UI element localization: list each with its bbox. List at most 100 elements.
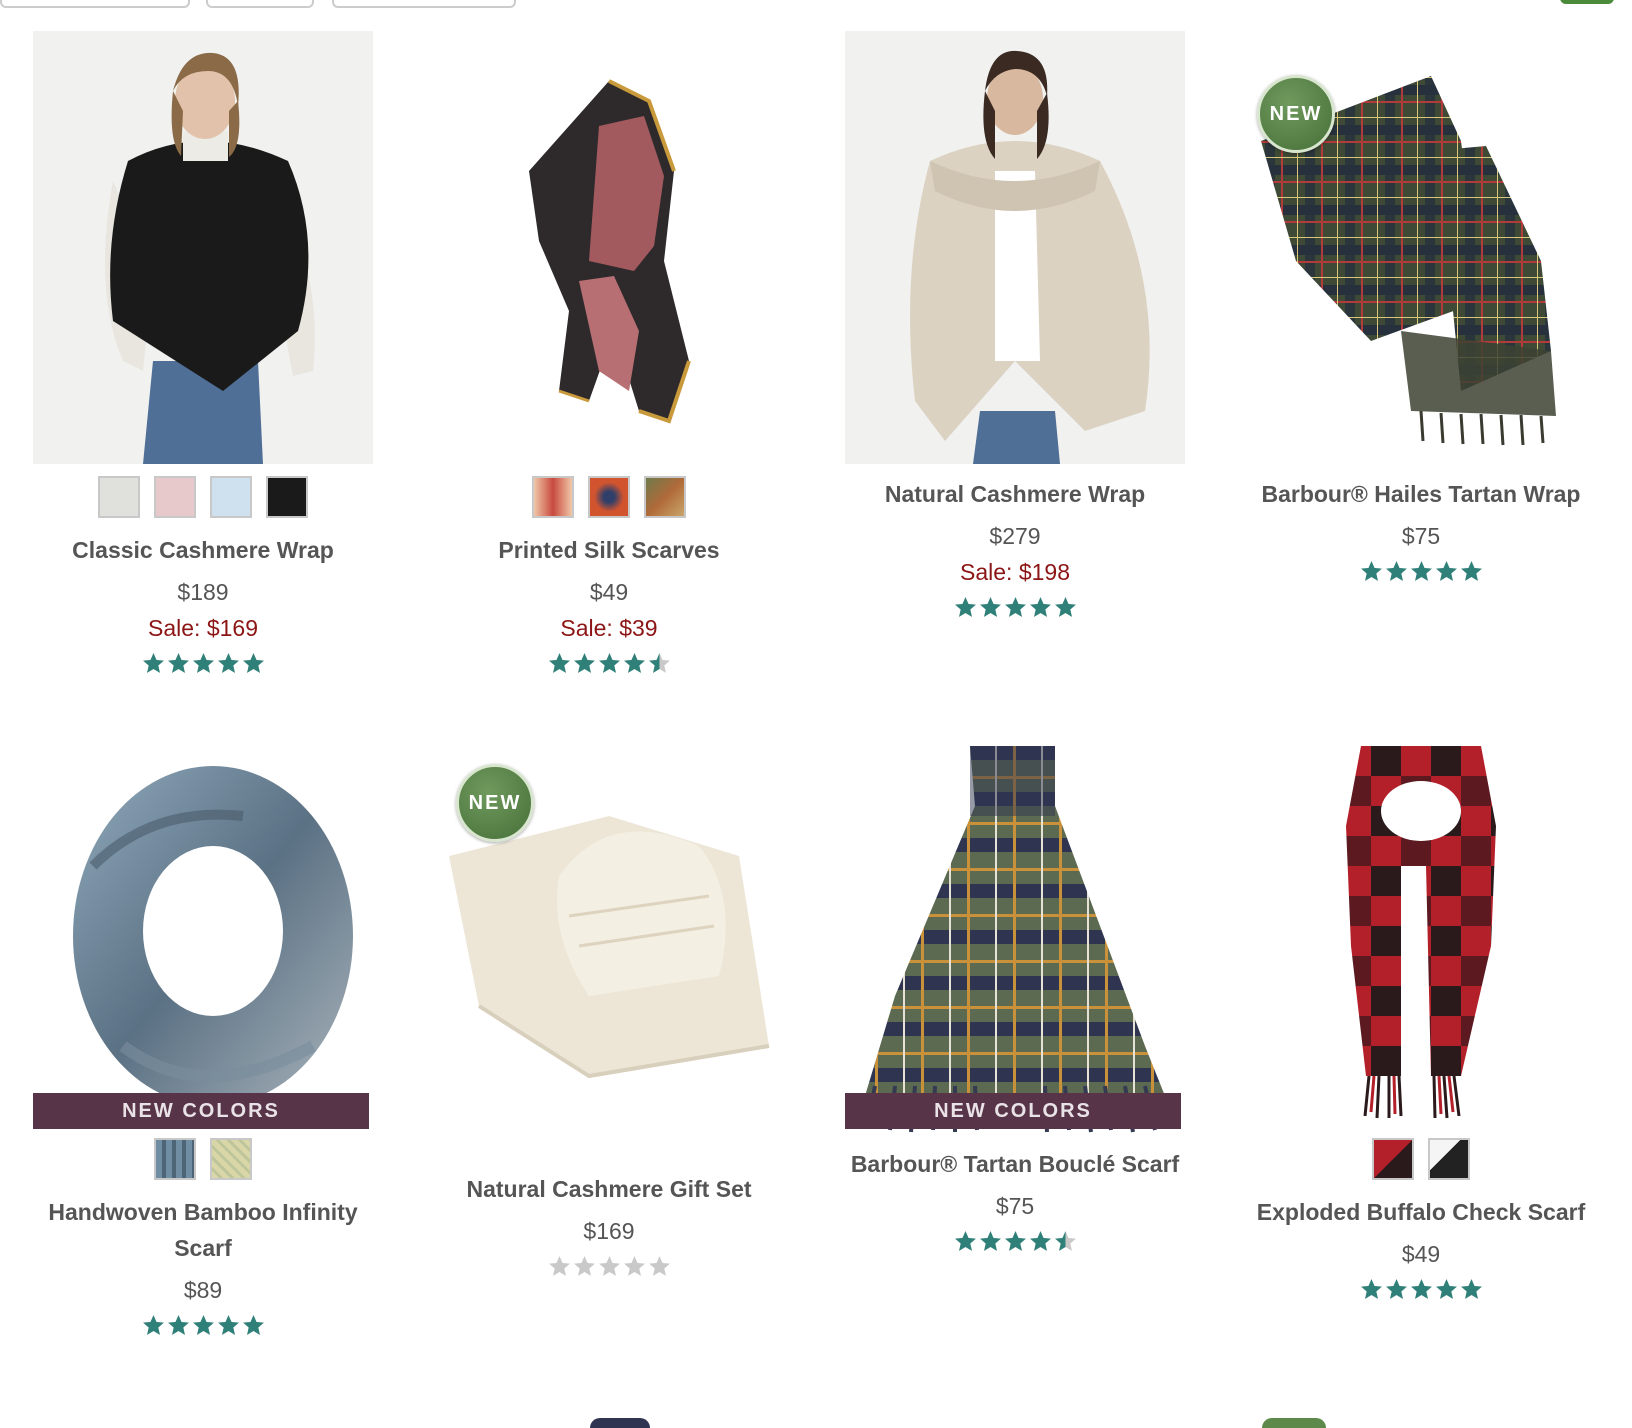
filter-dropdown-2[interactable] xyxy=(206,0,314,8)
sale-price: Sale: $198 xyxy=(960,559,1070,585)
filter-bar-edge xyxy=(0,0,1632,8)
star-icon xyxy=(979,596,1001,617)
filter-dropdown-3[interactable] xyxy=(332,0,516,8)
product-card-barbour-tartan-boucle-scarf[interactable]: NEW COLORS Barbour® Tartan Bouclé Scarf … xyxy=(812,746,1218,1258)
star-icon xyxy=(1435,1278,1457,1299)
product-image[interactable] xyxy=(845,746,1185,1136)
new-colors-banner: NEW COLORS xyxy=(845,1093,1181,1129)
product-price: $89 xyxy=(183,1277,223,1303)
product-price: $189 xyxy=(177,579,229,605)
color-swatches xyxy=(1218,1138,1624,1180)
color-swatches xyxy=(0,1138,406,1180)
star-icon xyxy=(167,1314,189,1335)
star-rating xyxy=(406,646,812,680)
star-icon xyxy=(623,652,645,673)
star-rating xyxy=(0,1308,406,1342)
star-icon xyxy=(954,596,976,617)
product-image[interactable] xyxy=(1251,746,1591,1136)
star-rating xyxy=(406,1249,812,1283)
product-card-natural-cashmere-gift-set[interactable]: NEW Natural Cashmere Gift Set $169 xyxy=(406,746,812,1283)
product-image[interactable]: NEW xyxy=(439,746,779,1171)
next-row-image-peek xyxy=(590,1418,650,1428)
product-image[interactable] xyxy=(439,31,779,464)
color-swatch[interactable] xyxy=(532,476,574,518)
color-swatch[interactable] xyxy=(210,476,252,518)
product-name[interactable]: Natural Cashmere Gift Set xyxy=(406,1171,812,1207)
star-icon xyxy=(954,1230,976,1251)
product-name[interactable]: Natural Cashmere Wrap xyxy=(812,476,1218,512)
star-icon xyxy=(242,1314,264,1335)
color-swatch[interactable] xyxy=(154,476,196,518)
sale-price: Sale: $39 xyxy=(560,615,658,641)
star-icon xyxy=(1360,560,1382,581)
star-icon xyxy=(1410,1278,1432,1299)
star-rating xyxy=(812,1224,1218,1258)
product-name[interactable]: Barbour® Hailes Tartan Wrap xyxy=(1218,476,1624,512)
product-name[interactable]: Handwoven Bamboo Infinity Scarf xyxy=(0,1194,406,1266)
next-row-badge-peek xyxy=(1262,1418,1326,1428)
color-swatch[interactable] xyxy=(210,1138,252,1180)
product-card-printed-silk-scarves[interactable]: Printed Silk Scarves $49 Sale: $39 xyxy=(406,31,812,680)
product-price: $169 xyxy=(583,1218,635,1244)
star-icon xyxy=(598,1255,620,1276)
star-icon xyxy=(167,652,189,673)
star-icon xyxy=(1360,1278,1382,1299)
star-icon xyxy=(1004,1230,1026,1251)
product-card-classic-cashmere-wrap[interactable]: Classic Cashmere Wrap $189 Sale: $169 xyxy=(0,31,406,680)
star-icon xyxy=(142,652,164,673)
color-swatch[interactable] xyxy=(1372,1138,1414,1180)
product-price: $75 xyxy=(995,1193,1035,1219)
star-icon xyxy=(1435,560,1457,581)
product-image[interactable] xyxy=(33,746,373,1136)
product-image[interactable] xyxy=(33,31,373,464)
product-price: $75 xyxy=(1401,523,1441,549)
star-icon xyxy=(217,1314,239,1335)
product-price: $49 xyxy=(1401,1241,1441,1267)
color-swatch[interactable] xyxy=(98,476,140,518)
star-icon xyxy=(623,1255,645,1276)
product-image[interactable]: NEW xyxy=(1251,31,1591,464)
star-icon xyxy=(1029,596,1051,617)
color-swatch[interactable] xyxy=(644,476,686,518)
new-badge: NEW xyxy=(456,764,534,842)
product-card-handwoven-bamboo-infinity-scarf[interactable]: NEW COLORS Handwoven Bamboo Infinity Sca… xyxy=(0,746,406,1342)
star-icon xyxy=(648,652,670,673)
apply-filter-button[interactable] xyxy=(1560,0,1614,4)
color-swatch[interactable] xyxy=(588,476,630,518)
star-rating xyxy=(0,646,406,680)
star-icon xyxy=(573,652,595,673)
star-icon xyxy=(1054,596,1076,617)
star-icon xyxy=(548,652,570,673)
star-icon xyxy=(1004,596,1026,617)
color-swatches xyxy=(406,476,812,518)
star-icon xyxy=(142,1314,164,1335)
star-icon xyxy=(242,652,264,673)
color-swatch[interactable] xyxy=(154,1138,196,1180)
star-icon xyxy=(979,1230,1001,1251)
star-rating xyxy=(1218,554,1624,588)
product-name[interactable]: Barbour® Tartan Bouclé Scarf xyxy=(812,1146,1218,1182)
product-name[interactable]: Printed Silk Scarves xyxy=(406,532,812,568)
product-name[interactable]: Classic Cashmere Wrap xyxy=(0,532,406,568)
product-card-barbour-hailes-tartan-wrap[interactable]: NEW Barbour® Hailes Tartan Wrap $75 xyxy=(1218,31,1624,588)
sale-price: Sale: $169 xyxy=(148,615,258,641)
star-icon xyxy=(192,1314,214,1335)
filter-dropdown-1[interactable] xyxy=(0,0,190,8)
star-rating xyxy=(812,590,1218,624)
star-icon xyxy=(648,1255,670,1276)
star-icon xyxy=(217,652,239,673)
star-icon xyxy=(1385,1278,1407,1299)
color-swatch[interactable] xyxy=(266,476,308,518)
star-icon xyxy=(192,652,214,673)
product-card-natural-cashmere-wrap[interactable]: Natural Cashmere Wrap $279 Sale: $198 xyxy=(812,31,1218,624)
star-icon xyxy=(1410,560,1432,581)
product-card-exploded-buffalo-check-scarf[interactable]: Exploded Buffalo Check Scarf $49 xyxy=(1218,746,1624,1306)
product-price: $49 xyxy=(589,579,629,605)
star-rating xyxy=(1218,1272,1624,1306)
color-swatches xyxy=(0,476,406,518)
product-image[interactable] xyxy=(845,31,1185,464)
star-icon xyxy=(1385,560,1407,581)
product-price: $279 xyxy=(989,523,1041,549)
color-swatch[interactable] xyxy=(1428,1138,1470,1180)
product-name[interactable]: Exploded Buffalo Check Scarf xyxy=(1218,1194,1624,1230)
